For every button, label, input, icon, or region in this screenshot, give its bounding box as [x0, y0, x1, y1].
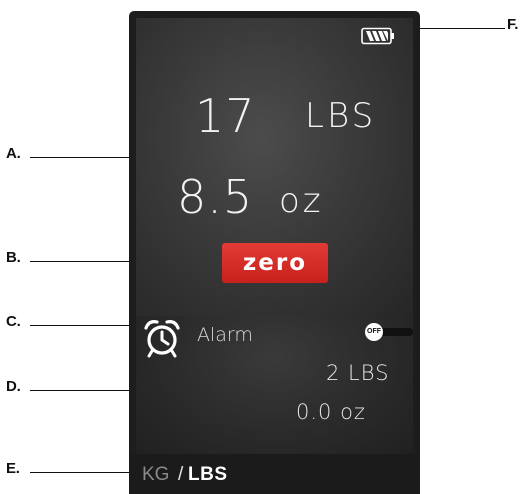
alarm-label: Alarm	[197, 324, 253, 346]
diagram-stage: A. B. C. D. E. F. 17 LBS 8.5 oz zero Ala…	[0, 0, 526, 494]
callout-e-label: E.	[6, 460, 20, 477]
unit-selector-bar	[129, 454, 420, 494]
callout-c-label: C.	[6, 313, 21, 330]
callout-a-label: A.	[6, 145, 21, 162]
alarm-target-minor: 0.0 oz	[296, 400, 366, 424]
weight-minor-unit: oz	[279, 181, 324, 221]
callout-e-line	[30, 472, 145, 473]
unit-kg-option[interactable]: KG	[142, 464, 169, 486]
weight-minor-value: 8.5	[177, 170, 254, 224]
scale-display-device: 17 LBS 8.5 oz zero Alarm OFF 2 LBS 0.0 o…	[129, 11, 420, 494]
callout-b-label: B.	[6, 249, 21, 266]
alarm-target-major: 2 LBS	[326, 361, 390, 385]
weight-major-value: 17	[195, 89, 256, 143]
battery-full-icon	[361, 27, 394, 45]
unit-lbs-option[interactable]: LBS	[188, 464, 228, 486]
callout-f-label: F.	[507, 16, 519, 33]
weight-major-unit: LBS	[305, 96, 377, 136]
zero-button[interactable]: zero	[222, 243, 328, 283]
alarm-toggle-knob: OFF	[365, 323, 383, 341]
unit-separator: /	[178, 464, 184, 485]
alarm-clock-icon	[144, 320, 180, 358]
alarm-toggle[interactable]: OFF	[365, 323, 413, 341]
callout-d-label: D.	[6, 378, 21, 395]
